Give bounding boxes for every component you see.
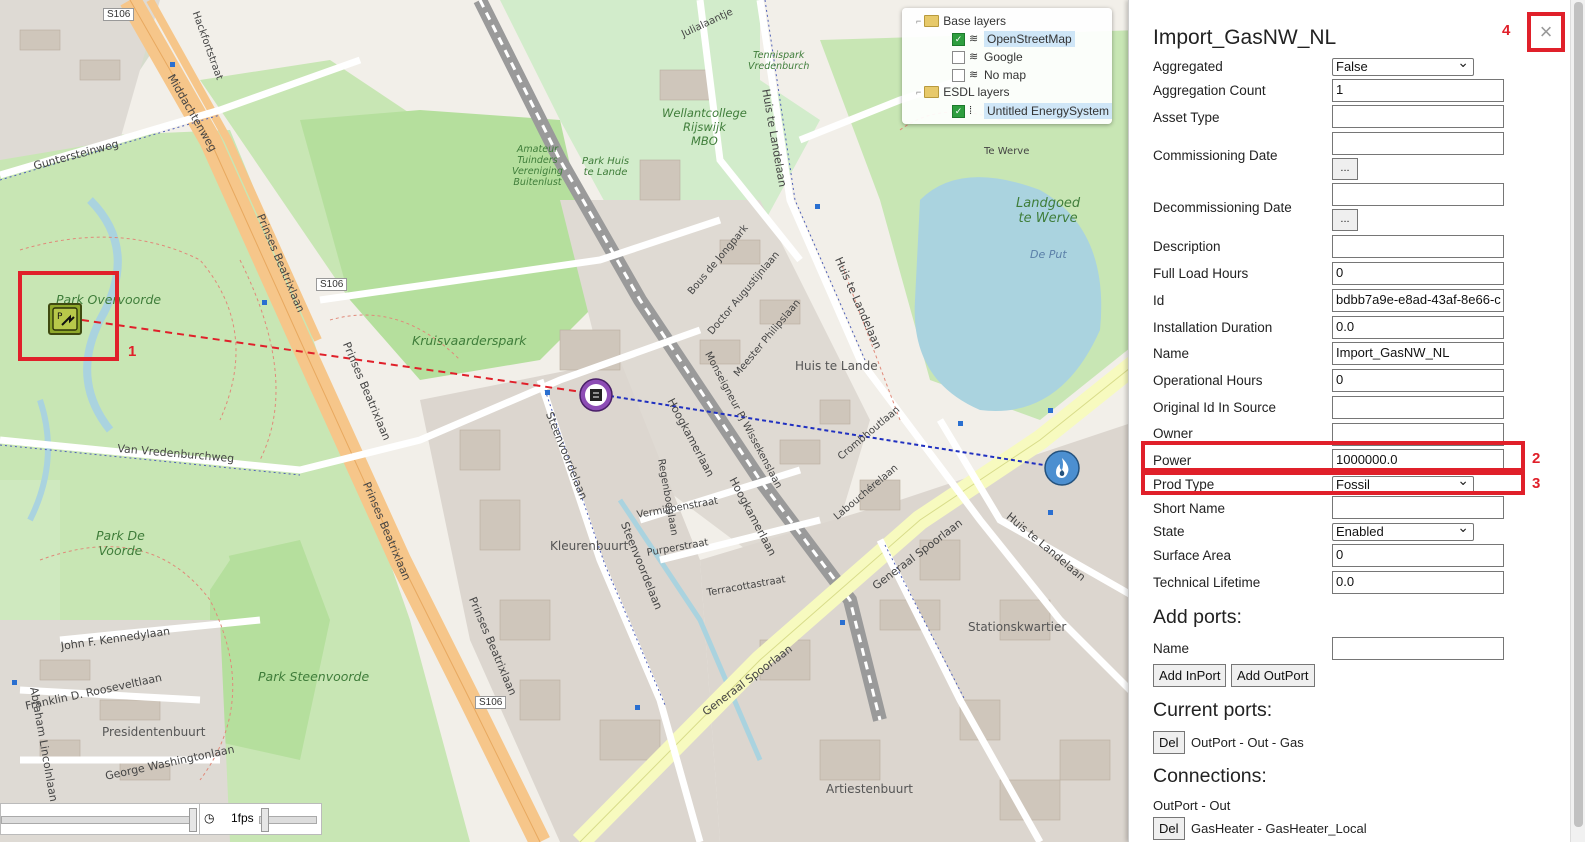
panel-title: Import_GasNW_NL bbox=[1153, 26, 1337, 49]
folder-icon bbox=[924, 15, 940, 27]
original-id-input[interactable] bbox=[1332, 396, 1504, 419]
field-label-installation-duration: Installation Duration bbox=[1153, 320, 1273, 335]
port-entry: OutPort - Out - Gas bbox=[1191, 735, 1304, 750]
delete-port-button[interactable]: Del bbox=[1153, 731, 1185, 754]
full-load-hours-input[interactable]: 0 bbox=[1332, 262, 1504, 285]
add-ports-heading: Add ports: bbox=[1153, 606, 1242, 628]
annotation-number-3: 3 bbox=[1532, 475, 1541, 492]
road-shield: S106 bbox=[316, 278, 348, 291]
layer-label: No map bbox=[984, 68, 1027, 82]
operational-hours-input[interactable]: 0 bbox=[1332, 369, 1504, 392]
aggregation-count-input[interactable]: 1 bbox=[1332, 79, 1504, 102]
flame-icon bbox=[1044, 450, 1080, 486]
map-view[interactable]: Middachtenweg Prinses Beatrixlaan Prinse… bbox=[0, 0, 1140, 842]
field-label-id: Id bbox=[1153, 293, 1165, 308]
heater-icon bbox=[579, 378, 613, 412]
fps-slider-handle[interactable] bbox=[261, 808, 269, 832]
layers-icon: ≋ bbox=[969, 51, 979, 63]
field-label-original-id: Original Id In Source bbox=[1153, 400, 1277, 415]
connections-heading: Connections: bbox=[1153, 765, 1267, 787]
field-label-owner: Owner bbox=[1153, 426, 1193, 441]
field-label-short-name: Short Name bbox=[1153, 501, 1226, 516]
annotation-number-4: 4 bbox=[1502, 22, 1511, 39]
layer-label: Google bbox=[984, 50, 1023, 64]
layer-group-label: Base layers bbox=[943, 14, 1006, 28]
add-outport-button[interactable]: Add OutPort bbox=[1231, 664, 1315, 687]
installation-duration-input[interactable]: 0.0 bbox=[1332, 316, 1504, 339]
layer-google[interactable]: ≋ Google bbox=[952, 49, 1023, 65]
add-inport-button[interactable]: Add InPort bbox=[1153, 664, 1227, 687]
field-label-surface-area: Surface Area bbox=[1153, 548, 1232, 563]
layer-osm[interactable]: ✓ ≋ OpenStreetMap bbox=[952, 31, 1075, 47]
name-input[interactable]: Import_GasNW_NL bbox=[1332, 342, 1504, 365]
panel-scrollbar[interactable] bbox=[1570, 0, 1585, 842]
road-shield: S106 bbox=[475, 696, 507, 709]
connection-port: OutPort - Out bbox=[1153, 798, 1231, 813]
layer-group-label: ESDL layers bbox=[943, 85, 1010, 99]
highlight-box-3 bbox=[1141, 471, 1525, 495]
short-name-input[interactable] bbox=[1332, 496, 1504, 519]
field-label-full-load-hours: Full Load Hours bbox=[1153, 266, 1249, 281]
asset-type-input[interactable] bbox=[1332, 105, 1504, 128]
layer-label: Untitled EnergySystem bbox=[984, 103, 1113, 119]
field-label-description: Description bbox=[1153, 239, 1221, 254]
decommissioning-date-input[interactable] bbox=[1332, 183, 1504, 206]
fps-label: 1fps bbox=[231, 811, 254, 825]
gas-producer-marker[interactable] bbox=[1044, 450, 1080, 486]
scrollbar-thumb[interactable] bbox=[1574, 2, 1583, 827]
clock-icon: ◷ bbox=[204, 811, 215, 825]
map-tiles bbox=[0, 0, 1140, 842]
field-label-technical-lifetime: Technical Lifetime bbox=[1153, 575, 1261, 590]
delete-connection-button[interactable]: Del bbox=[1153, 817, 1185, 840]
surface-area-input[interactable]: 0 bbox=[1332, 544, 1504, 567]
time-slider-track[interactable] bbox=[1, 816, 193, 824]
current-ports-heading: Current ports: bbox=[1153, 699, 1273, 721]
close-icon: × bbox=[1539, 19, 1553, 44]
field-label-operational-hours: Operational Hours bbox=[1153, 373, 1263, 388]
annotation-number-1: 1 bbox=[128, 343, 137, 360]
gas-heater-marker[interactable] bbox=[578, 378, 614, 412]
port-name-input[interactable] bbox=[1332, 637, 1504, 660]
close-button[interactable]: × bbox=[1527, 12, 1565, 52]
road-shield: S106 bbox=[103, 8, 135, 21]
divider bbox=[199, 804, 200, 834]
folder-icon bbox=[924, 86, 940, 98]
checkbox-checked[interactable]: ✓ bbox=[952, 104, 965, 118]
layer-group-base[interactable]: ⌐ Base layers bbox=[916, 13, 1006, 29]
decommissioning-date-picker-button[interactable]: ... bbox=[1332, 209, 1358, 231]
checkbox-unchecked[interactable] bbox=[952, 68, 965, 82]
layer-label: OpenStreetMap bbox=[984, 31, 1075, 47]
port-name-label: Name bbox=[1153, 641, 1190, 656]
field-label-commissioning-date: Commissioning Date bbox=[1153, 148, 1278, 163]
field-label-name: Name bbox=[1153, 346, 1190, 361]
network-icon: ⁞ bbox=[969, 105, 973, 117]
layers-icon: ≋ bbox=[969, 69, 979, 81]
annotation-number-2: 2 bbox=[1532, 450, 1541, 467]
layer-untitled[interactable]: ✓ ⁞ Untitled EnergySystem bbox=[952, 103, 1113, 119]
highlight-box-1 bbox=[18, 271, 119, 361]
connection-entry: GasHeater - GasHeater_Local bbox=[1191, 821, 1367, 836]
id-input[interactable]: bdbb7a9e-e8ad-43af-8e66-c bbox=[1332, 289, 1504, 312]
layer-nomap[interactable]: ≋ No map bbox=[952, 67, 1026, 83]
time-slider-handle[interactable] bbox=[189, 808, 197, 832]
field-label-aggregated: Aggregated bbox=[1153, 59, 1223, 74]
layer-group-esdl[interactable]: ⌐ ESDL layers bbox=[916, 84, 1010, 100]
field-label-state: State bbox=[1153, 524, 1185, 539]
field-label-asset-type: Asset Type bbox=[1153, 110, 1220, 125]
field-label-decommissioning-date: Decommissioning Date bbox=[1153, 200, 1292, 215]
highlight-box-2 bbox=[1141, 441, 1525, 472]
field-label-aggregation-count: Aggregation Count bbox=[1153, 83, 1266, 98]
commissioning-date-input[interactable] bbox=[1332, 132, 1504, 155]
checkbox-unchecked[interactable] bbox=[952, 50, 965, 64]
commissioning-date-picker-button[interactable]: ... bbox=[1332, 158, 1358, 180]
time-control-bar: ◷ 1fps bbox=[0, 803, 322, 835]
asset-properties-panel: Import_GasNW_NL × 4 Aggregated False Agg… bbox=[1128, 0, 1571, 842]
layers-icon: ≋ bbox=[969, 33, 979, 45]
checkbox-checked[interactable]: ✓ bbox=[952, 32, 965, 46]
layer-control: ⌐ Base layers ✓ ≋ OpenStreetMap ≋ Google… bbox=[902, 8, 1113, 124]
description-input[interactable] bbox=[1332, 235, 1504, 258]
state-select[interactable]: Enabled bbox=[1332, 519, 1474, 541]
technical-lifetime-input[interactable]: 0.0 bbox=[1332, 571, 1504, 594]
aggregated-select[interactable]: False bbox=[1332, 54, 1474, 76]
